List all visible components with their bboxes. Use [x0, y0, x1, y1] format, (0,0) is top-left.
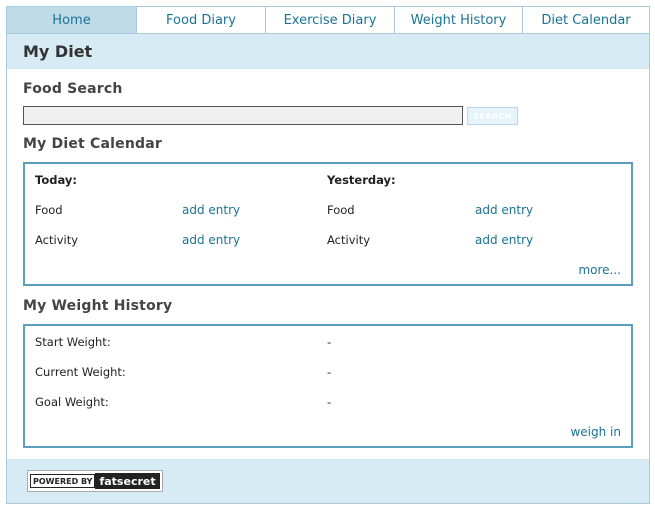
page-header: My Diet	[7, 34, 649, 69]
diet-calendar-title: My Diet Calendar	[23, 136, 162, 152]
search-button[interactable]: SEARCH	[467, 107, 518, 125]
powered-by-label: POWERED BY	[30, 474, 96, 488]
goal-weight-label: Goal Weight:	[35, 395, 109, 409]
start-weight-value: -	[327, 335, 332, 349]
today-food-add-entry-link[interactable]: add entry	[182, 203, 240, 217]
tab-weight-history[interactable]: Weight History	[395, 7, 523, 33]
today-food-label: Food	[35, 203, 63, 217]
tab-diet-calendar[interactable]: Diet Calendar	[523, 7, 649, 33]
today-activity-add-entry-link[interactable]: add entry	[182, 233, 240, 247]
yesterday-activity-add-entry-link[interactable]: add entry	[475, 233, 533, 247]
yesterday-food-add-entry-link[interactable]: add entry	[475, 203, 533, 217]
tab-home[interactable]: Home	[7, 7, 137, 33]
current-weight-value: -	[327, 365, 332, 379]
tab-food-diary[interactable]: Food Diary	[137, 7, 266, 33]
diet-calendar-panel: Today: Yesterday: Food add entry Food ad…	[23, 162, 633, 286]
yesterday-activity-label: Activity	[327, 233, 371, 247]
current-weight-label: Current Weight:	[35, 365, 126, 379]
yesterday-label: Yesterday:	[327, 173, 396, 187]
yesterday-food-label: Food	[327, 203, 355, 217]
footer: POWERED BY fatsecret	[7, 459, 649, 503]
today-activity-label: Activity	[35, 233, 79, 247]
goal-weight-value: -	[327, 395, 332, 409]
fatsecret-logo: fatsecret	[95, 473, 160, 489]
food-search-title: Food Search	[23, 81, 123, 97]
powered-by-fatsecret-badge[interactable]: POWERED BY fatsecret	[27, 470, 163, 492]
weigh-in-link[interactable]: weigh in	[570, 425, 621, 439]
app-frame: Home Food Diary Exercise Diary Weight Hi…	[6, 6, 650, 504]
today-label: Today:	[35, 173, 77, 187]
start-weight-label: Start Weight:	[35, 335, 111, 349]
tab-exercise-diary[interactable]: Exercise Diary	[266, 7, 395, 33]
weight-history-panel: Start Weight: - Current Weight: - Goal W…	[23, 324, 633, 448]
tab-bar: Home Food Diary Exercise Diary Weight Hi…	[7, 7, 649, 34]
more-link[interactable]: more...	[578, 263, 621, 277]
weight-history-title: My Weight History	[23, 298, 173, 314]
food-search-input[interactable]	[23, 106, 463, 125]
page-title: My Diet	[23, 42, 93, 61]
